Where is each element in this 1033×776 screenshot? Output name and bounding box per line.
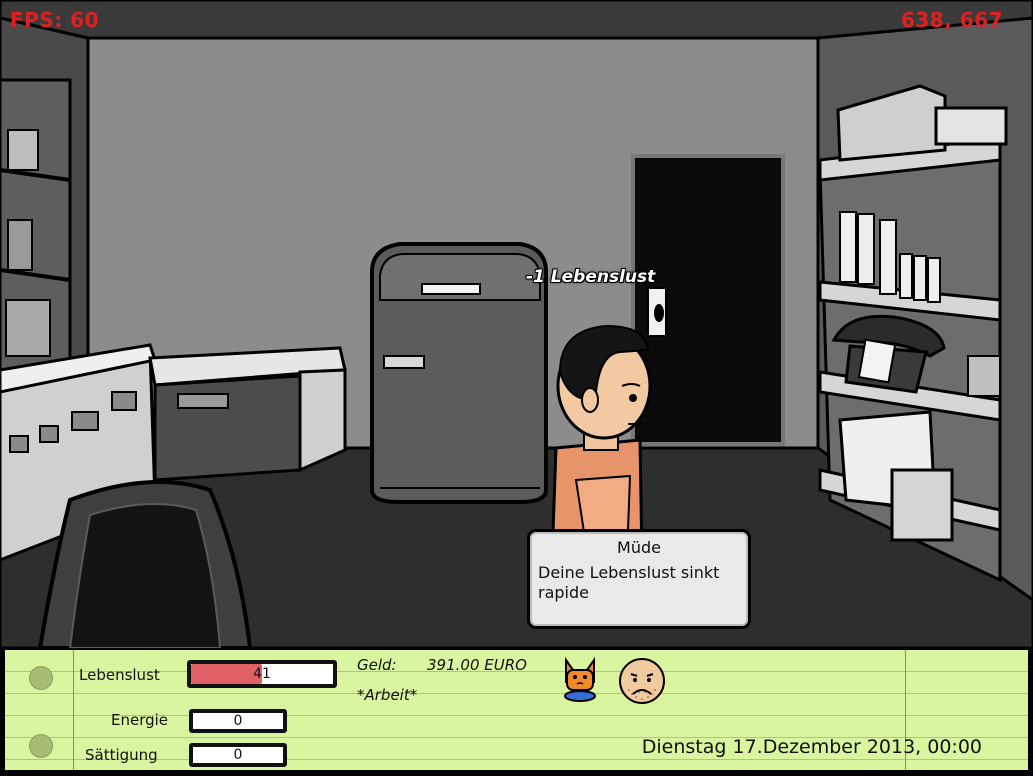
binder-hole bbox=[29, 734, 53, 758]
energie-value: 0 bbox=[233, 713, 243, 729]
money-value: 391.00 EURO bbox=[427, 656, 527, 674]
date-time: Dienstag 17.Dezember 2013, 00:00 bbox=[641, 736, 982, 758]
lebenslust-value: 41 bbox=[253, 666, 271, 682]
desk[interactable] bbox=[148, 346, 347, 482]
status-tooltip: Müde Deine Lebenslust sinkt rapide bbox=[527, 529, 751, 629]
fps-counter: FPS: 60 bbox=[10, 8, 100, 32]
chair[interactable] bbox=[37, 480, 253, 648]
money-label: Geld: bbox=[357, 656, 397, 674]
hungry-cat-icon[interactable] bbox=[561, 656, 599, 702]
energie-bar: 0 bbox=[189, 709, 287, 733]
tooltip-text: Deine Lebenslust sinkt rapide bbox=[538, 563, 720, 602]
light-switch[interactable] bbox=[647, 287, 667, 337]
saettigung-label: Sättigung bbox=[85, 746, 158, 764]
status-panel: Lebenslust 41 Energie 0 Sättigung 0 Geld… bbox=[3, 648, 1030, 772]
binder-hole bbox=[29, 666, 53, 690]
saettigung-bar: 0 bbox=[189, 743, 287, 767]
lebenslust-bar: 41 bbox=[187, 660, 337, 688]
fridge[interactable] bbox=[370, 242, 548, 504]
saettigung-value: 0 bbox=[233, 747, 243, 763]
stat-change-popup: -1 Lebenslust bbox=[526, 267, 656, 287]
job-status: *Arbeit* bbox=[357, 686, 418, 704]
game-scene[interactable]: FPS: 60 638, 667 -1 Lebenslust Müde Dein… bbox=[0, 0, 1033, 648]
tooltip-title: Müde bbox=[617, 538, 661, 557]
margin-line bbox=[73, 650, 74, 770]
coordinate-readout: 638, 667 bbox=[900, 8, 1003, 32]
tired-face-icon[interactable] bbox=[617, 656, 667, 706]
energie-label: Energie bbox=[111, 711, 169, 729]
left-shelf bbox=[0, 78, 72, 382]
room-background bbox=[0, 0, 1033, 648]
lebenslust-label: Lebenslust bbox=[79, 666, 160, 684]
